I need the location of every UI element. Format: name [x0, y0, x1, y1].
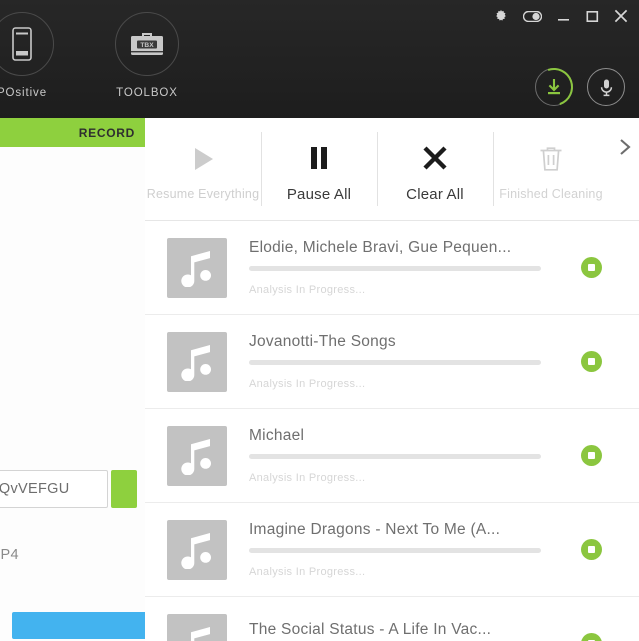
url-entry-row: SDTQvVEFGU [0, 470, 145, 510]
download-progress-bar [249, 548, 541, 553]
stop-download-button[interactable] [581, 257, 602, 278]
toolbox-icon: TBX [115, 12, 179, 76]
finished-cleaning-label: Finished Cleaning [499, 187, 603, 201]
svg-text:TBX: TBX [140, 42, 154, 49]
download-progress-bar [249, 454, 541, 459]
nav-label-toolbox: TOOLBOX [116, 87, 178, 99]
download-row[interactable]: Elodie, Michele Bravi, Gue Pequen... Anal… [145, 221, 639, 315]
pause-icon [304, 136, 334, 180]
music-note-icon [167, 519, 227, 580]
record-banner[interactable]: RECORD [0, 118, 145, 147]
download-row-info: Elodie, Michele Bravi, Gue Pequen... Anal… [249, 239, 571, 296]
chevron-right-icon[interactable] [615, 136, 635, 158]
download-row[interactable]: Jovanotti-The Songs Analysis In Progress.… [145, 315, 639, 409]
stop-download-button[interactable] [581, 445, 602, 466]
record-label: RECORD [78, 125, 135, 140]
download-title: Jovanotti-The Songs [249, 333, 396, 350]
finished-cleaning-button[interactable]: Finished Cleaning [493, 118, 609, 220]
download-title: Elodie, Michele Bravi, Gue Pequen... [249, 239, 512, 256]
download-row[interactable]: Michael Analysis In Progress... [145, 409, 639, 503]
stop-download-button[interactable] [581, 539, 602, 560]
music-note-icon [167, 237, 227, 298]
close-x-icon [420, 136, 450, 180]
download-progress-bar [249, 360, 541, 365]
application-window: POsitive TBX TOOLBOX RECORD QvVEFGU P4 R… [0, 0, 639, 641]
url-go-button[interactable] [111, 470, 137, 508]
download-title: Imagine Dragons - Next To Me (A... [249, 521, 501, 538]
play-icon [188, 137, 218, 181]
maximize-icon[interactable] [584, 8, 600, 24]
nav-item-toolbox[interactable]: TBX TOOLBOX [99, 12, 195, 99]
settings-gear-icon[interactable] [493, 8, 509, 24]
download-row-info: Imagine Dragons - Next To Me (A... Analys… [249, 521, 571, 578]
resume-everything-button[interactable]: Resume Everything [145, 118, 261, 220]
url-input[interactable]: SDTQvVEFGU [0, 470, 108, 508]
clear-all-button[interactable]: Clear All [377, 118, 493, 220]
close-icon[interactable] [613, 8, 629, 24]
download-row-info: Michael Analysis In Progress... [249, 427, 571, 484]
download-status: Analysis In Progress... [249, 284, 366, 296]
download-row-info: Jovanotti-The Songs Analysis In Progress.… [249, 333, 571, 390]
stop-download-button[interactable] [581, 351, 602, 372]
window-controls [493, 4, 629, 28]
nav-item-positive[interactable]: POsitive [0, 12, 70, 99]
music-note-icon [167, 331, 227, 392]
clear-all-label: Clear All [406, 185, 464, 203]
download-icon[interactable] [528, 61, 580, 113]
theme-toggle-icon[interactable] [522, 8, 542, 24]
download-progress-bar [249, 266, 541, 271]
downloads-pane: Resume Everything Pause All Clear All Fi… [145, 118, 639, 641]
primary-action-button[interactable] [12, 612, 145, 639]
download-status: Analysis In Progress... [249, 472, 366, 484]
pause-all-label: Pause All [286, 185, 352, 203]
trash-icon [538, 137, 564, 181]
download-title: Michael [249, 427, 305, 444]
downloads-toolbar: Resume Everything Pause All Clear All Fi… [145, 118, 639, 221]
download-row[interactable]: The Social Status - A Life In Vac... [145, 597, 639, 641]
pause-all-button[interactable]: Pause All [261, 118, 377, 220]
left-panel: RECORD SDTQvVEFGU MP4 [0, 118, 146, 641]
resume-everything-label: Resume Everything [146, 187, 260, 201]
music-note-icon [167, 613, 227, 641]
download-status: Analysis In Progress... [249, 566, 366, 578]
download-row[interactable]: Imagine Dragons - Next To Me (A... Analys… [145, 503, 639, 597]
downloads-list[interactable]: Elodie, Michele Bravi, Gue Pequen... Anal… [145, 221, 639, 641]
phone-icon [0, 12, 54, 76]
microphone-icon[interactable] [587, 68, 625, 106]
nav-label-positive: POsitive [0, 87, 48, 99]
format-label: MP4 [0, 547, 20, 563]
download-row-info: The Social Status - A Life In Vac... [249, 621, 571, 641]
minimize-icon[interactable] [555, 8, 571, 24]
header-actions [528, 61, 625, 113]
download-title: The Social Status - A Life In Vac... [249, 621, 492, 638]
download-status: Analysis In Progress... [249, 378, 366, 390]
stop-download-button[interactable] [581, 633, 602, 641]
music-note-icon [167, 425, 227, 486]
app-header: POsitive TBX TOOLBOX [0, 0, 639, 118]
